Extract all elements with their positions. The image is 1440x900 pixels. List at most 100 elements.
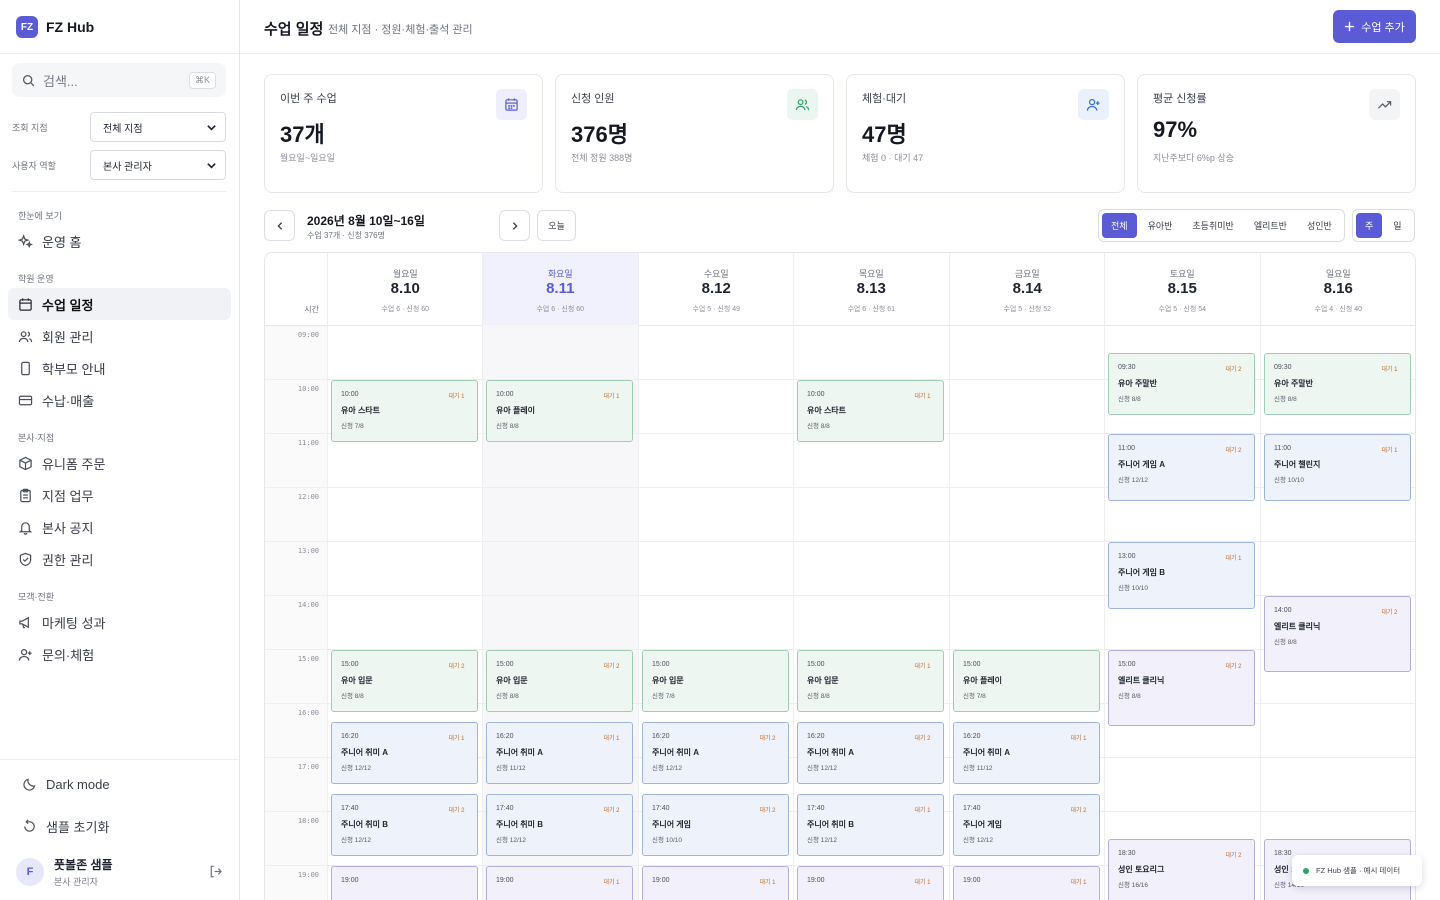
event-time: 19:00 — [496, 877, 514, 884]
class-event[interactable]: 09:30 대기 1 유아 주말반 신청 8/8 — [1264, 353, 1411, 415]
nav-item-members[interactable]: 회원 관리 — [8, 320, 231, 352]
class-event[interactable]: 11:00 대기 1 주니어 챌린지 신청 10/10 — [1264, 434, 1411, 501]
event-name: 유아 주말반 — [1274, 379, 1314, 388]
event-name: 주니어 취미 A — [496, 748, 544, 757]
class-event[interactable]: 16:20 대기 1 주니어 취미 A 신청 11/12 — [953, 722, 1100, 784]
level-filter-elementary[interactable]: 초등취미반 — [1183, 213, 1242, 238]
day-date: 8.12 — [701, 280, 731, 297]
card-icon — [18, 393, 33, 408]
class-event[interactable]: 15:00 유아 플레이 신청 7/8 — [953, 650, 1100, 712]
day-count: 수업 6 · 신청 60 — [536, 306, 585, 313]
phone-icon — [18, 361, 33, 376]
nav-item-parent-notice[interactable]: 학부모 안내 — [8, 352, 231, 384]
nav-item-payments[interactable]: 수납·매출 — [8, 384, 231, 416]
class-event[interactable]: 10:00 대기 1 유아 스타트 신청 8/8 — [797, 380, 944, 442]
prev-week-button[interactable] — [264, 210, 295, 241]
view-week-button[interactable]: 주 — [1356, 213, 1383, 238]
event-time: 11:00 — [1274, 445, 1291, 452]
day-header[interactable]: 수요일 8.12 수업 5 · 신청 49 — [638, 253, 794, 325]
dark-mode-toggle[interactable]: Dark mode — [22, 777, 110, 792]
search-input[interactable]: 검색... ⌘K — [12, 63, 226, 97]
class-event[interactable]: 15:00 대기 2 유아 입문 신청 8/8 — [486, 650, 633, 712]
hour-gridline — [265, 541, 327, 542]
class-event[interactable]: 19:00 대기 1 — [486, 866, 633, 900]
class-event[interactable]: 15:00 유아 입문 신청 7/8 — [642, 650, 789, 712]
event-time: 10:00 — [496, 391, 514, 398]
next-week-button[interactable] — [499, 210, 530, 241]
time-header-label: 시간 — [304, 305, 319, 314]
class-event[interactable]: 16:20 대기 1 주니어 취미 A 신청 11/12 — [486, 722, 633, 784]
event-time: 09:30 — [1118, 364, 1136, 371]
day-header[interactable]: 일요일 8.16 수업 4 · 신청 40 — [1260, 253, 1415, 325]
event-name: 주니어 게임 — [652, 820, 692, 829]
class-event[interactable]: 17:40 대기 1 주니어 취미 B 신청 12/12 — [797, 794, 944, 856]
waitlist-badge: 대기 1 — [914, 394, 931, 400]
waitlist-badge: 대기 2 — [759, 736, 776, 742]
class-event[interactable]: 19:00 대기 1 — [642, 866, 789, 900]
view-day-button[interactable]: 일 — [1384, 213, 1410, 238]
level-filter-all[interactable]: 전체 — [1102, 213, 1137, 238]
reset-sample-button[interactable]: 샘플 초기화 — [22, 817, 109, 836]
nav-item-marketing[interactable]: 마케팅 성과 — [8, 606, 231, 638]
class-event[interactable]: 10:00 대기 1 유아 플레이 신청 8/8 — [486, 380, 633, 442]
day-header[interactable]: 목요일 8.13 수업 6 · 신청 61 — [793, 253, 949, 325]
nav-item-operations-home[interactable]: 운영 홈 — [8, 225, 231, 257]
nav-item-label: 수업 일정 — [42, 297, 94, 313]
class-event[interactable]: 16:20 대기 1 주니어 취미 A 신청 12/12 — [331, 722, 478, 784]
day-date: 8.11 — [546, 280, 575, 297]
brand[interactable]: FZ FZ Hub — [16, 16, 94, 38]
search-shortcut: ⌘K — [188, 71, 216, 89]
nav-item-hq-notice[interactable]: 본사 공지 — [8, 511, 231, 543]
waitlist-badge: 대기 1 — [914, 880, 931, 886]
bell-icon — [18, 520, 33, 535]
class-event[interactable]: 17:40 대기 2 주니어 게임 신청 12/12 — [953, 794, 1100, 856]
class-event[interactable]: 19:00 대기 1 — [953, 866, 1100, 900]
level-filter-kids[interactable]: 유아반 — [1139, 213, 1182, 238]
class-event[interactable]: 16:20 대기 2 주니어 취미 A 신청 12/12 — [642, 722, 789, 784]
stat-value: 376명 — [571, 122, 628, 147]
event-capacity: 신청 12/12 — [341, 837, 372, 844]
branch-select[interactable]: 전체 지점 — [90, 112, 226, 142]
class-event[interactable]: 19:00 대기 1 — [797, 866, 944, 900]
class-event[interactable]: 18:30 대기 2 성인 토요리그 신청 16/16 — [1108, 839, 1255, 900]
class-event[interactable]: 16:20 대기 2 주니어 취미 A 신청 12/12 — [797, 722, 944, 784]
class-event[interactable]: 10:00 대기 1 유아 스타트 신청 7/8 — [331, 380, 478, 442]
event-time: 19:00 — [807, 877, 825, 884]
role-select[interactable]: 본사 관리자 — [90, 150, 226, 180]
day-header[interactable]: 금요일 8.14 수업 5 · 신청 52 — [949, 253, 1105, 325]
day-date: 8.10 — [390, 280, 420, 297]
day-header[interactable]: 토요일 8.15 수업 5 · 신청 54 — [1104, 253, 1260, 325]
time-header: 시간 — [265, 253, 327, 325]
event-capacity: 신청 7/8 — [341, 423, 364, 430]
class-event[interactable]: 17:40 대기 2 주니어 취미 B 신청 12/12 — [331, 794, 478, 856]
logout-icon[interactable] — [208, 864, 223, 879]
hour-label: 11:00 — [297, 439, 319, 447]
class-event[interactable]: 09:30 대기 2 유아 주말반 신청 8/8 — [1108, 353, 1255, 415]
role-filter: 사용자 역할 본사 관리자 — [12, 150, 226, 180]
today-button[interactable]: 오늘 — [537, 210, 576, 241]
nav-item-permissions[interactable]: 권한 관리 — [8, 543, 231, 575]
level-filter-elite[interactable]: 엘리트반 — [1245, 213, 1296, 238]
day-header[interactable]: 화요일 8.11 수업 6 · 신청 60 — [482, 253, 638, 325]
class-event[interactable]: 14:00 대기 2 엘리트 클리닉 신청 8/8 — [1264, 596, 1411, 672]
event-capacity: 신청 12/12 — [807, 837, 838, 844]
nav-item-branch-tasks[interactable]: 지점 업무 — [8, 479, 231, 511]
add-class-button[interactable]: 수업 추가 — [1333, 10, 1416, 43]
class-event[interactable]: 15:00 대기 1 유아 입문 신청 8/8 — [797, 650, 944, 712]
nav-item-class-schedule[interactable]: 수업 일정 — [8, 288, 231, 320]
class-event[interactable]: 17:40 대기 2 주니어 취미 B 신청 12/12 — [486, 794, 633, 856]
class-event[interactable]: 15:00 대기 2 엘리트 클리닉 신청 8/8 — [1108, 650, 1255, 726]
day-header[interactable]: 월요일 8.10 수업 6 · 신청 60 — [327, 253, 483, 325]
clipboard-icon — [18, 488, 33, 503]
class-event[interactable]: 11:00 대기 2 주니어 게임 A 신청 12/12 — [1108, 434, 1255, 501]
hour-gridline — [265, 379, 327, 380]
level-filter-adult[interactable]: 성인반 — [1298, 213, 1341, 238]
class-event[interactable]: 13:00 대기 1 주니어 게임 B 신청 10/10 — [1108, 542, 1255, 609]
class-event[interactable]: 19:00 — [331, 866, 478, 900]
nav-item-uniform-order[interactable]: 유니폼 주문 — [8, 447, 231, 479]
event-name: 유아 입문 — [652, 676, 684, 685]
nav-item-inquiries[interactable]: 문의·체험 — [8, 638, 231, 670]
class-event[interactable]: 15:00 대기 2 유아 입문 신청 8/8 — [331, 650, 478, 712]
user-profile[interactable]: F 풋볼존 샘플 본사 관리자 — [16, 856, 113, 888]
class-event[interactable]: 17:40 대기 2 주니어 게임 신청 10/10 — [642, 794, 789, 856]
